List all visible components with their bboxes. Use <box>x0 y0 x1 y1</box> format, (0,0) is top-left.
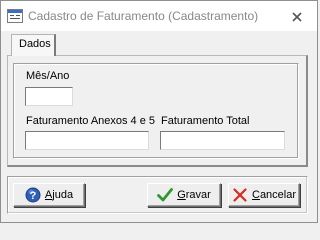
cancel-x-icon <box>233 188 247 202</box>
tab-dados-label: Dados <box>19 38 51 50</box>
close-icon[interactable] <box>290 10 304 24</box>
help-button[interactable]: ? Ajuda <box>13 183 85 207</box>
save-button[interactable]: Gravar <box>147 183 221 207</box>
title-bar[interactable]: Cadastro de Faturamento (Cadastramento) <box>1 1 317 31</box>
save-button-label: ravar <box>185 189 211 201</box>
help-button-label: juda <box>52 189 74 201</box>
svg-text:?: ? <box>30 190 37 202</box>
help-icon: ? <box>25 187 41 203</box>
cancel-button-accel: C <box>251 189 260 201</box>
mes-ano-field[interactable] <box>25 87 73 106</box>
mes-ano-label: Mês/Ano <box>26 70 70 82</box>
tab-dados[interactable]: Dados <box>11 34 56 56</box>
save-button-accel: G <box>177 189 186 201</box>
window-title: Cadastro de Faturamento (Cadastramento) <box>28 9 259 23</box>
cancel-button[interactable]: Cancelar <box>228 183 300 207</box>
faturamento-total-label: Faturamento Total <box>161 115 250 127</box>
faturamento-anexos-field[interactable] <box>25 131 149 150</box>
app-icon <box>7 9 23 23</box>
checkmark-icon <box>157 188 174 202</box>
faturamento-anexos-label: Faturamento Anexos 4 e 5 <box>26 115 156 127</box>
cancel-button-label: ancelar <box>259 189 297 201</box>
faturamento-total-field[interactable] <box>160 131 285 150</box>
dialog-window: Cadastro de Faturamento (Cadastramento) … <box>0 0 318 223</box>
